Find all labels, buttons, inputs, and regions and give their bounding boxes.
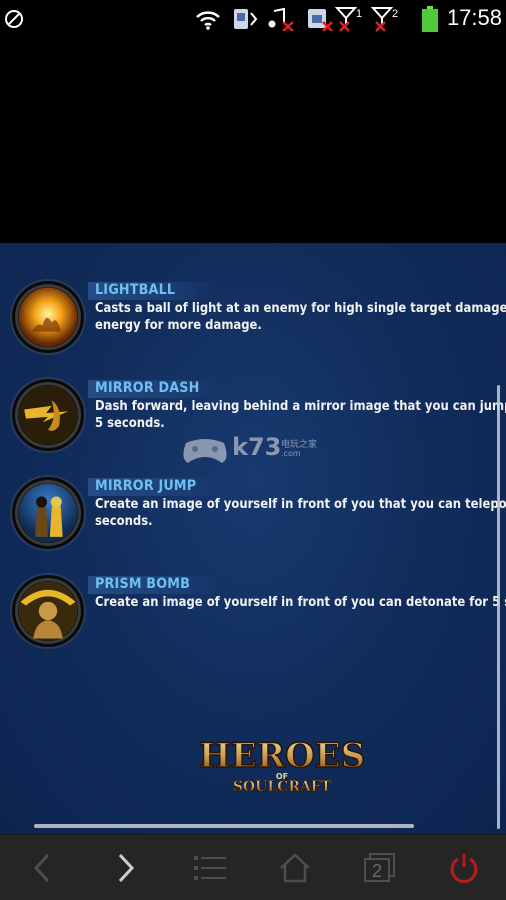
tabs-icon: 2 [364,853,395,882]
svg-text:2: 2 [372,861,382,881]
horizontal-scrollbar[interactable] [34,824,414,828]
svg-text:2: 2 [392,8,398,20]
skills-panel[interactable]: LIGHTBALL Casts a ball of light at an en… [0,243,506,834]
home-button[interactable] [253,835,337,900]
signal-1-icon: 1 [335,6,365,32]
back-icon [33,853,50,883]
battery-icon [418,6,442,32]
sd-card-icon [304,6,334,32]
gamepad-icon [183,439,227,463]
music-muted-icon [265,6,295,32]
skill-name: MIRROR JUMP [95,478,197,494]
wifi-icon [194,6,222,32]
skill-description: Casts a ball of light at an enemy for hi… [95,300,506,333]
skill-description: Dash forward, leaving behind a mirror im… [95,398,506,431]
menu-icon [194,856,226,880]
sync-icon [3,6,25,32]
sim-card-icon [231,6,261,32]
skill-name: MIRROR DASH [95,380,200,396]
back-button[interactable] [0,835,84,900]
skill-name: LIGHTBALL [95,282,176,298]
lightball-icon [12,281,84,353]
k73-watermark: k73 电玩之家 .com [180,433,340,473]
skill-description: Create an image of yourself in front of … [95,496,506,529]
mirror-jump-icon [12,477,84,549]
svg-text:SOULCRAFT: SOULCRAFT [233,779,332,795]
svg-text:1: 1 [356,8,362,20]
home-icon [280,853,310,883]
skill-description: Create an image of yourself in front of … [95,594,506,610]
power-icon [450,854,478,883]
skill-row-mirror-jump: MIRROR JUMP Create an image of yourself … [0,477,506,557]
heroes-of-soulcraft-logo: HEROES OF SOULCRAFT [196,727,368,801]
browser-nav-bar: 2 [0,834,506,900]
mirror-dash-icon [12,379,84,451]
tabs-button[interactable]: 2 [338,835,422,900]
prism-bomb-icon [12,575,84,647]
skill-row-prism-bomb: PRISM BOMB Create an image of yourself i… [0,575,506,655]
forward-button[interactable] [84,835,168,900]
skill-name: PRISM BOMB [95,576,191,592]
vertical-scrollbar[interactable] [497,385,500,829]
video-area-blank [0,38,506,243]
power-button[interactable] [422,835,506,900]
status-time: 17:58 [446,5,502,30]
svg-text:HEROES: HEROES [199,736,365,776]
signal-2-icon: 2 [371,6,401,32]
menu-button[interactable] [168,835,252,900]
forward-icon [118,853,135,883]
status-bar: 1 2 17:58 [0,0,506,38]
skill-row-lightball: LIGHTBALL Casts a ball of light at an en… [0,281,506,361]
